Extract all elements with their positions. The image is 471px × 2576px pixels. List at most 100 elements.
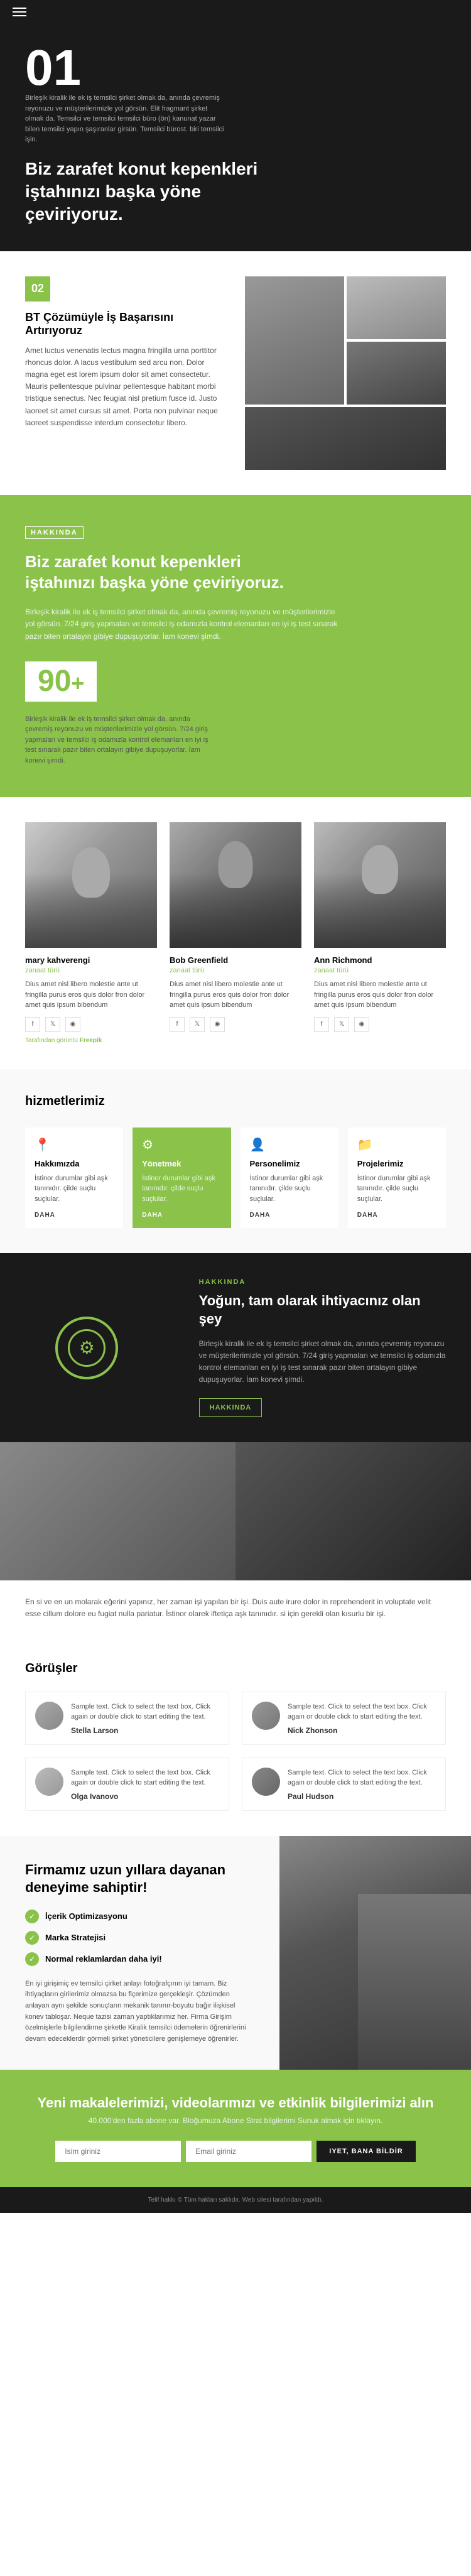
facebook-icon-2[interactable]: f xyxy=(170,1017,185,1032)
gear-inner: ⚙ xyxy=(68,1329,106,1367)
service-btn-4[interactable]: DAHA xyxy=(357,1212,436,1219)
business-right xyxy=(279,1836,471,2070)
service-btn-3[interactable]: DAHA xyxy=(250,1212,329,1219)
testimonial-content-1: Sample text. Click to select the text bo… xyxy=(71,1702,219,1735)
instagram-icon-3[interactable]: ◉ xyxy=(354,1017,369,1032)
service-card-2: ⚙ Yönetmek İstinor durumlar gibi aşk tan… xyxy=(133,1128,230,1229)
header xyxy=(0,0,471,24)
avatar-3 xyxy=(35,1768,63,1796)
testimonials-title: Görüşler xyxy=(25,1661,446,1676)
about-counter: 90+ xyxy=(25,661,97,702)
check-circle-1: ✓ xyxy=(25,1910,39,1923)
checkmark-2: ✓ xyxy=(29,1933,35,1942)
feature-icon-area: ⚙ xyxy=(0,1253,174,1442)
check-item-1: ✓ İçerik Optimizasyonu xyxy=(25,1910,254,1923)
service-name-1: Hakkımızda xyxy=(35,1159,114,1168)
team-section: mary kahverengi zanaat türü Dius amet ni… xyxy=(0,797,471,1069)
team-image-2 xyxy=(170,822,301,948)
team-source-1: Tarafından görüntü Freepik xyxy=(25,1037,157,1044)
testimonial-content-4: Sample text. Click to select the text bo… xyxy=(288,1768,436,1801)
about-label: HAKKINDA xyxy=(25,526,84,539)
instagram-icon-1[interactable]: ◉ xyxy=(65,1017,80,1032)
service-card-3: 👤 Personelimiz İstinor durumlar gibi aşk… xyxy=(241,1128,338,1229)
feature-section: ⚙ HAKKINDA Yoğun, tam olarak ihtiyacınız… xyxy=(0,1253,471,1442)
business-checks: ✓ İçerik Optimizasyonu ✓ Marka Stratejis… xyxy=(25,1910,254,1966)
bt-image-2 xyxy=(347,276,446,339)
service-text-2: İstinor durumlar gibi aşk tanınıdır. çil… xyxy=(142,1173,221,1205)
team-grid: mary kahverengi zanaat türü Dius amet ni… xyxy=(25,822,446,1044)
newsletter-submit-button[interactable]: IYET, BANA BİLDİR xyxy=(317,2141,415,2162)
checkmark-1: ✓ xyxy=(29,1912,35,1921)
service-card-4: 📁 Projelerimiz İstinor durumlar gibi aşk… xyxy=(348,1128,446,1229)
testimonial-name-3: Olga Ivanovo xyxy=(71,1792,219,1801)
business-title: Firmamız uzun yıllara dayanan deneyime s… xyxy=(25,1861,254,1897)
footer: Telif hakkı © Tüm hakları saklıdır. Web … xyxy=(0,2187,471,2213)
testimonial-text-2[interactable]: Sample text. Click to select the text bo… xyxy=(288,1702,436,1722)
team-role-3: zanaat türü xyxy=(314,967,446,974)
about-text: Birleşik kiralik ile ek iş temsilci şirk… xyxy=(25,606,339,643)
hero-number: 01 xyxy=(25,43,446,93)
gallery-description: En si ve en un molarak eğerini yapınız, … xyxy=(25,1596,446,1620)
team-social-3: f 𝕏 ◉ xyxy=(314,1017,446,1032)
feature-content: HAKKINDA Yoğun, tam olarak ihtiyacınız o… xyxy=(174,1253,471,1442)
testimonial-card-3: Sample text. Click to select the text bo… xyxy=(25,1758,229,1811)
team-text-3: Dius amet nisl libero molestie ante ut f… xyxy=(314,979,446,1011)
service-text-4: İstinor durumlar gibi aşk tanınıdır. çil… xyxy=(357,1173,436,1205)
counter-plus: + xyxy=(71,670,84,696)
twitter-icon-1[interactable]: 𝕏 xyxy=(45,1017,60,1032)
bt-left: 02 BT Çözümüyle İş Başarısını Artırıyoru… xyxy=(25,276,226,470)
team-social-2: f 𝕏 ◉ xyxy=(170,1017,301,1032)
gallery-text: En si ve en un molarak eğerini yapınız, … xyxy=(0,1580,471,1636)
business-section: Firmamız uzun yıllara dayanan deneyime s… xyxy=(0,1836,471,2070)
testimonial-name-2: Nick Zhonson xyxy=(288,1726,436,1735)
feature-text: Birleşik kiralik ile ek iş temsilci şirk… xyxy=(199,1338,446,1386)
service-name-4: Projelerimiz xyxy=(357,1159,436,1168)
testimonial-card-1: Sample text. Click to select the text bo… xyxy=(25,1692,229,1745)
folder-icon: 📁 xyxy=(357,1137,436,1153)
team-name-3: Ann Richmond xyxy=(314,955,446,965)
bt-text: Amet luctus venenatis lectus magna fring… xyxy=(25,345,226,429)
service-btn-2[interactable]: DAHA xyxy=(142,1212,221,1219)
facebook-icon-1[interactable]: f xyxy=(25,1017,40,1032)
facebook-icon-3[interactable]: f xyxy=(314,1017,329,1032)
avatar-4 xyxy=(252,1768,280,1796)
service-card-1: 📍 Hakkımızda İstinor durumlar gibi aşk t… xyxy=(25,1128,123,1229)
gallery-section xyxy=(0,1442,471,1580)
service-text-3: İstinor durumlar gibi aşk tanınıdır. çil… xyxy=(250,1173,329,1205)
services-section: hizmetlerimiz 📍 Hakkımızda İstinor durum… xyxy=(0,1069,471,1254)
gear-symbol: ⚙ xyxy=(79,1337,95,1358)
service-name-2: Yönetmek xyxy=(142,1159,221,1168)
bt-image-1 xyxy=(245,276,344,405)
service-text-1: İstinor durumlar gibi aşk tanınıdır. çil… xyxy=(35,1173,114,1205)
twitter-icon-3[interactable]: 𝕏 xyxy=(334,1017,349,1032)
team-name-1: mary kahverengi xyxy=(25,955,157,965)
testimonial-card-4: Sample text. Click to select the text bo… xyxy=(242,1758,446,1811)
hero-section: 01 Birleşik kiralik ile ek iş temsilci ş… xyxy=(0,24,471,251)
feature-btn[interactable]: HAKKINDA xyxy=(199,1398,263,1417)
hero-title: Biz zarafet konut kepenkleri iştahınızı … xyxy=(25,158,276,226)
avatar-1 xyxy=(35,1702,63,1730)
bt-image-3 xyxy=(347,342,446,405)
check-circle-3: ✓ xyxy=(25,1952,39,1966)
check-label-3: Normal reklamlardan daha iyi! xyxy=(45,1954,162,1964)
newsletter-title: Yeni makalelerimizi, videolarımızı ve et… xyxy=(25,2095,446,2111)
newsletter-email-input[interactable] xyxy=(186,2141,311,2162)
service-btn-1[interactable]: DAHA xyxy=(35,1212,114,1219)
services-title: hizmetlerimiz xyxy=(25,1094,446,1109)
team-card-3: Ann Richmond zanaat türü Dius amet nisl … xyxy=(314,822,446,1044)
newsletter-subtitle: 40.000'den fazla abone var. Bloğumuza Ab… xyxy=(25,2116,446,2125)
testimonial-text-1[interactable]: Sample text. Click to select the text bo… xyxy=(71,1702,219,1722)
bt-image-4 xyxy=(245,407,446,470)
hamburger-icon[interactable] xyxy=(13,8,458,16)
team-name-2: Bob Greenfield xyxy=(170,955,301,965)
testimonial-text-3[interactable]: Sample text. Click to select the text bo… xyxy=(71,1768,219,1788)
twitter-icon-2[interactable]: 𝕏 xyxy=(190,1017,205,1032)
testimonial-text-4[interactable]: Sample text. Click to select the text bo… xyxy=(288,1768,436,1788)
feature-label: HAKKINDA xyxy=(199,1278,446,1286)
instagram-icon-2[interactable]: ◉ xyxy=(210,1017,225,1032)
team-card-1: mary kahverengi zanaat türü Dius amet ni… xyxy=(25,822,157,1044)
team-role-1: zanaat türü xyxy=(25,967,157,974)
newsletter-name-input[interactable] xyxy=(55,2141,181,2162)
business-left: Firmamız uzun yıllara dayanan deneyime s… xyxy=(0,1836,279,2070)
team-social-1: f 𝕏 ◉ xyxy=(25,1017,157,1032)
